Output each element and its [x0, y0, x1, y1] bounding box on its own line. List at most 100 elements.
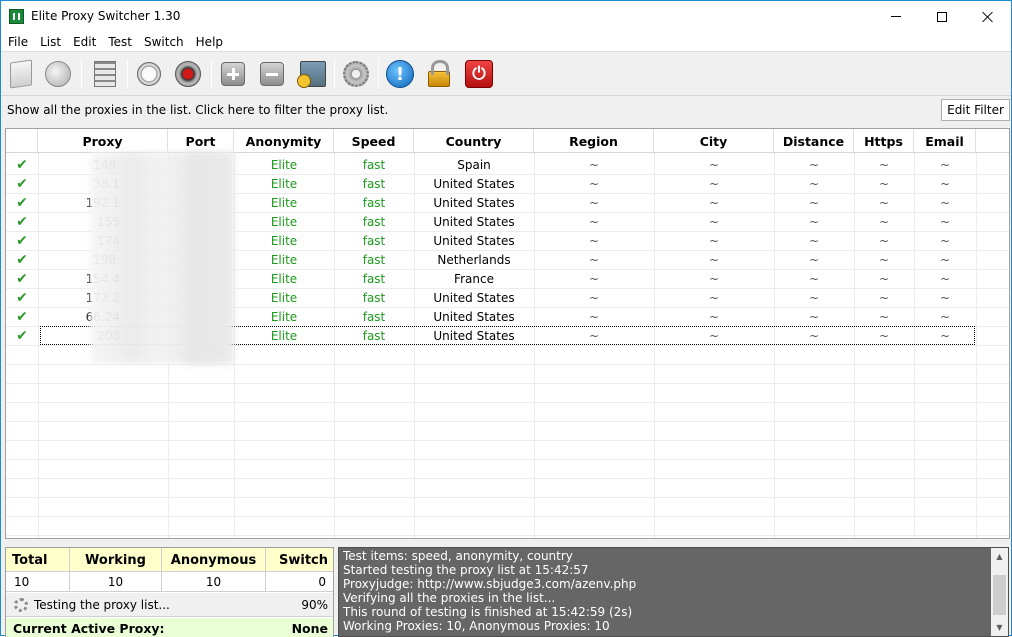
column-email[interactable]: Email [914, 129, 976, 153]
column-anonymity[interactable]: Anonymity [234, 129, 334, 153]
window-title: Elite Proxy Switcher 1.30 [31, 9, 181, 23]
cell-anonymity: Elite [270, 290, 298, 305]
cell-city: ~ [708, 176, 720, 191]
stats-switch-label: Switch [278, 552, 328, 568]
minimize-button[interactable] [873, 1, 919, 32]
column-speed[interactable]: Speed [334, 129, 414, 153]
column-region[interactable]: Region [534, 129, 654, 153]
stats-total-label: Total [6, 548, 70, 572]
minus-icon [260, 62, 284, 86]
active-proxy-row: Current Active Proxy: None [6, 618, 333, 637]
close-button[interactable] [965, 1, 1011, 32]
column-country[interactable]: Country [414, 129, 534, 153]
close-icon [982, 11, 994, 23]
cell-anonymity: Elite [270, 176, 298, 191]
test-button[interactable] [133, 58, 165, 90]
menu-help[interactable]: Help [190, 32, 229, 52]
cell-speed: fast [362, 157, 386, 172]
edit-filter-button[interactable]: Edit Filter [941, 99, 1010, 121]
toolbar-separator [334, 59, 335, 89]
cell-anonymity: Elite [270, 271, 298, 286]
scroll-thumb[interactable] [993, 575, 1006, 615]
stats-header: Total Working Anonymous Switch [6, 548, 333, 572]
import-button[interactable] [297, 58, 329, 90]
cell-email: ~ [939, 233, 951, 248]
column-https[interactable]: Https [854, 129, 914, 153]
import-icon [297, 61, 326, 88]
cell-anonymity: Elite [270, 309, 298, 324]
active-proxy-label: Current Active Proxy: [13, 621, 165, 636]
grid-row-line [6, 516, 1009, 517]
maximize-button[interactable] [919, 1, 965, 32]
column-port[interactable]: Port [168, 129, 234, 153]
log-scrollbar[interactable]: ▲ ▼ [991, 548, 1008, 636]
cell-country: United States [433, 176, 515, 191]
column-proxy[interactable]: Proxy [38, 129, 168, 153]
grid-row-line [6, 421, 1009, 422]
cell-anonymity: Elite [270, 214, 298, 229]
scroll-down-icon[interactable]: ▼ [991, 619, 1008, 636]
stats-anonymous-value: 10 [162, 572, 266, 592]
menu-edit[interactable]: Edit [67, 32, 102, 52]
stats-anonymous-label: Anonymous [162, 548, 266, 572]
cell-email: ~ [939, 195, 951, 210]
progress-percent: 90% [301, 598, 328, 612]
cell-speed: fast [362, 233, 386, 248]
check-icon: ✔ [16, 308, 28, 325]
cell-country: United States [433, 290, 515, 305]
cell-speed: fast [362, 195, 386, 210]
cell-city: ~ [708, 290, 720, 305]
cell-region: ~ [588, 214, 600, 229]
cell-https: ~ [878, 157, 890, 172]
filter-bar: Show all the proxies in the list. Click … [1, 97, 1011, 125]
grid-row-line [6, 440, 1009, 441]
app-window: Elite Proxy Switcher 1.30 File List Edit… [0, 0, 1012, 637]
title-bar[interactable]: Elite Proxy Switcher 1.30 [1, 1, 1011, 32]
settings-button[interactable] [340, 58, 372, 90]
column-distance[interactable]: Distance [774, 129, 854, 153]
filter-link[interactable]: Show all the proxies in the list. Click … [7, 103, 388, 117]
about-button[interactable]: ! [384, 58, 416, 90]
cell-distance: ~ [808, 290, 820, 305]
spinner-icon [14, 598, 28, 612]
menu-switch[interactable]: Switch [138, 32, 190, 52]
cell-city: ~ [708, 328, 720, 343]
scroll-up-icon[interactable]: ▲ [991, 548, 1008, 565]
column-status[interactable] [6, 129, 38, 153]
grid-header: Proxy Port Anonymity Speed Country Regio… [6, 129, 1009, 153]
check-icon: ✔ [16, 175, 28, 192]
open-list-button[interactable] [5, 58, 37, 90]
remove-proxy-button[interactable] [256, 58, 288, 90]
cell-anonymity: Elite [270, 195, 298, 210]
speaker-icon [45, 61, 71, 87]
cell-distance: ~ [808, 176, 820, 191]
redacted-area [186, 152, 234, 364]
maximize-icon [937, 11, 947, 22]
cell-distance: ~ [808, 195, 820, 210]
menu-file[interactable]: File [2, 32, 34, 52]
log-panel[interactable]: Test items: speed, anonymity, country Sta… [338, 547, 1009, 637]
speaker-button[interactable] [42, 58, 74, 90]
cell-speed: fast [362, 309, 386, 324]
cell-distance: ~ [808, 271, 820, 286]
list-button[interactable] [89, 58, 121, 90]
proxy-grid[interactable]: Proxy Port Anonymity Speed Country Regio… [5, 128, 1010, 539]
cell-https: ~ [878, 214, 890, 229]
menu-list[interactable]: List [34, 32, 67, 52]
add-proxy-button[interactable] [217, 58, 249, 90]
lock-button[interactable] [423, 58, 455, 90]
cell-country: Spain [457, 157, 491, 172]
active-proxy-value: None [291, 621, 328, 636]
gear-icon [343, 61, 369, 87]
check-icon: ✔ [16, 232, 28, 249]
stop-test-button[interactable] [172, 58, 204, 90]
exit-button[interactable]: ⏻ [463, 58, 495, 90]
cell-speed: fast [362, 214, 386, 229]
menu-test[interactable]: Test [102, 32, 138, 52]
grid-row-line [6, 535, 1009, 536]
grid-row-line [6, 364, 1009, 365]
cell-https: ~ [878, 176, 890, 191]
column-city[interactable]: City [654, 129, 774, 153]
cell-city: ~ [708, 271, 720, 286]
cell-https: ~ [878, 271, 890, 286]
